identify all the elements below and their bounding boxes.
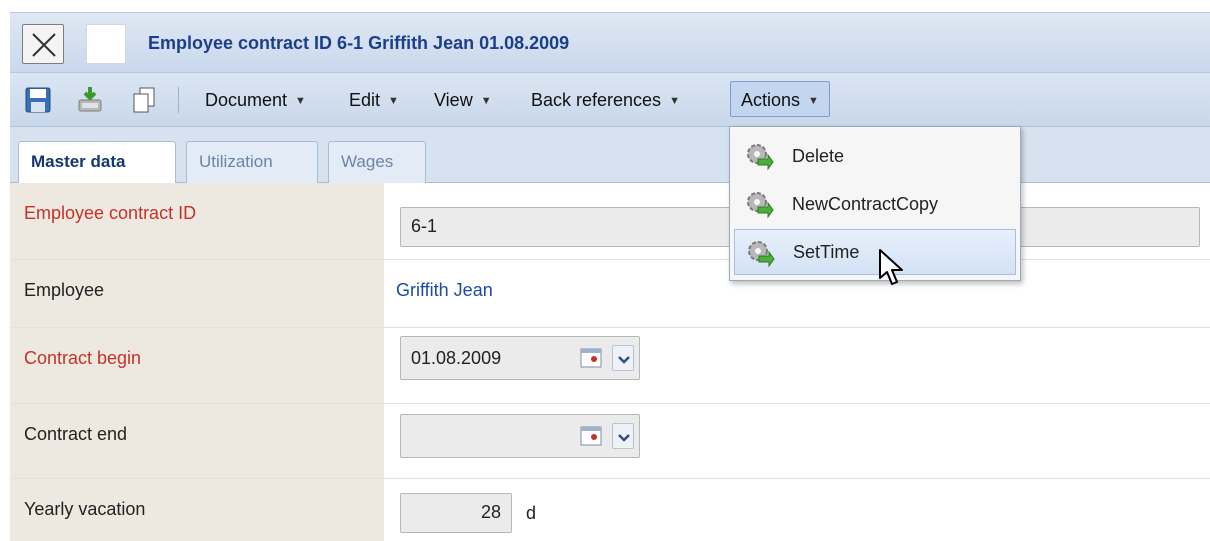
menu-item-new-contract-copy[interactable]: NewContractCopy: [734, 181, 1016, 227]
vacation-unit: d: [526, 503, 537, 523]
menu-edit-label: Edit: [349, 90, 381, 110]
menu-actions-label: Actions: [741, 90, 801, 110]
window-titlebar: Employee contract ID 6-1 Griffith Jean 0…: [10, 12, 1210, 73]
menu-document[interactable]: Document ▼: [194, 81, 317, 117]
row-contract-end: Contract end: [10, 404, 1210, 479]
chevron-down-icon: [618, 356, 630, 364]
close-icon: [32, 33, 56, 57]
menu-item-new-contract-copy-label: NewContractCopy: [792, 194, 939, 214]
menu-item-delete-label: Delete: [792, 146, 845, 166]
mouse-cursor-icon: [879, 249, 903, 285]
employee-link[interactable]: Griffith Jean: [396, 280, 493, 301]
menu-back-references-label: Back references: [531, 90, 662, 110]
calendar-icon[interactable]: [578, 423, 606, 449]
menu-edit[interactable]: Edit ▼: [338, 81, 410, 117]
menu-item-delete[interactable]: Delete: [734, 133, 1016, 179]
label-employee: Employee: [10, 260, 384, 327]
toolbar: Document ▼ Edit ▼ View ▼ Back references ▼ A…: [10, 73, 1210, 127]
tab-master-data[interactable]: Master data: [18, 141, 176, 184]
gear-action-icon: [747, 144, 774, 171]
tab-strip: Master data Utilization Wages: [10, 127, 1210, 184]
window-title: Employee contract ID 6-1 Griffith Jean 0…: [148, 33, 570, 53]
caret-down-icon: ▼: [480, 95, 492, 107]
export-icon[interactable]: [76, 86, 104, 114]
yearly-vacation-field[interactable]: 28: [400, 493, 512, 533]
toolbar-separator: [178, 87, 179, 113]
caret-down-icon: ▼: [388, 95, 399, 107]
caret-down-icon: ▼: [295, 95, 306, 107]
row-contract-id: Employee contract ID 6-1: [10, 183, 1210, 260]
menu-view[interactable]: View ▼: [423, 81, 503, 117]
label-contract-id: Employee contract ID: [10, 183, 384, 259]
label-yearly-vacation: Yearly vacation: [10, 479, 384, 541]
contract-begin-value: 01.08.2009: [411, 348, 502, 368]
gear-action-icon: [748, 241, 775, 268]
menu-document-label: Document: [205, 90, 288, 110]
label-contract-end: Contract end: [10, 404, 384, 478]
row-yearly-vacation: Yearly vacation 28 d: [10, 479, 1210, 541]
chevron-down-icon: [618, 434, 630, 442]
caret-down-icon: ▼: [669, 95, 680, 107]
tab-utilization[interactable]: Utilization: [186, 141, 318, 183]
row-contract-begin: Contract begin 01.08.2009: [10, 328, 1210, 404]
copy-icon[interactable]: [130, 86, 158, 114]
master-data-form: Employee contract ID 6-1 Employee Griffi…: [10, 183, 1210, 541]
calendar-icon[interactable]: [578, 345, 606, 371]
menu-view-label: View: [434, 90, 473, 110]
contract-begin-dropdown[interactable]: [612, 345, 634, 371]
window-icon-placeholder: [86, 24, 126, 64]
menu-actions[interactable]: Actions ▼: [730, 81, 830, 117]
menu-back-references[interactable]: Back references ▼: [520, 81, 691, 117]
tab-wages[interactable]: Wages: [328, 141, 426, 183]
gear-action-icon: [747, 192, 774, 219]
actions-dropdown: Delete NewContractCopy SetTime: [729, 126, 1021, 281]
save-icon[interactable]: [24, 86, 52, 114]
label-contract-begin: Contract begin: [10, 328, 384, 403]
menu-item-set-time[interactable]: SetTime: [734, 229, 1016, 275]
close-button[interactable]: [22, 24, 64, 64]
contract-end-dropdown[interactable]: [612, 423, 634, 449]
caret-down-icon: ▼: [808, 95, 819, 107]
row-employee: Employee Griffith Jean: [10, 260, 1210, 328]
menu-item-set-time-label: SetTime: [793, 242, 860, 262]
